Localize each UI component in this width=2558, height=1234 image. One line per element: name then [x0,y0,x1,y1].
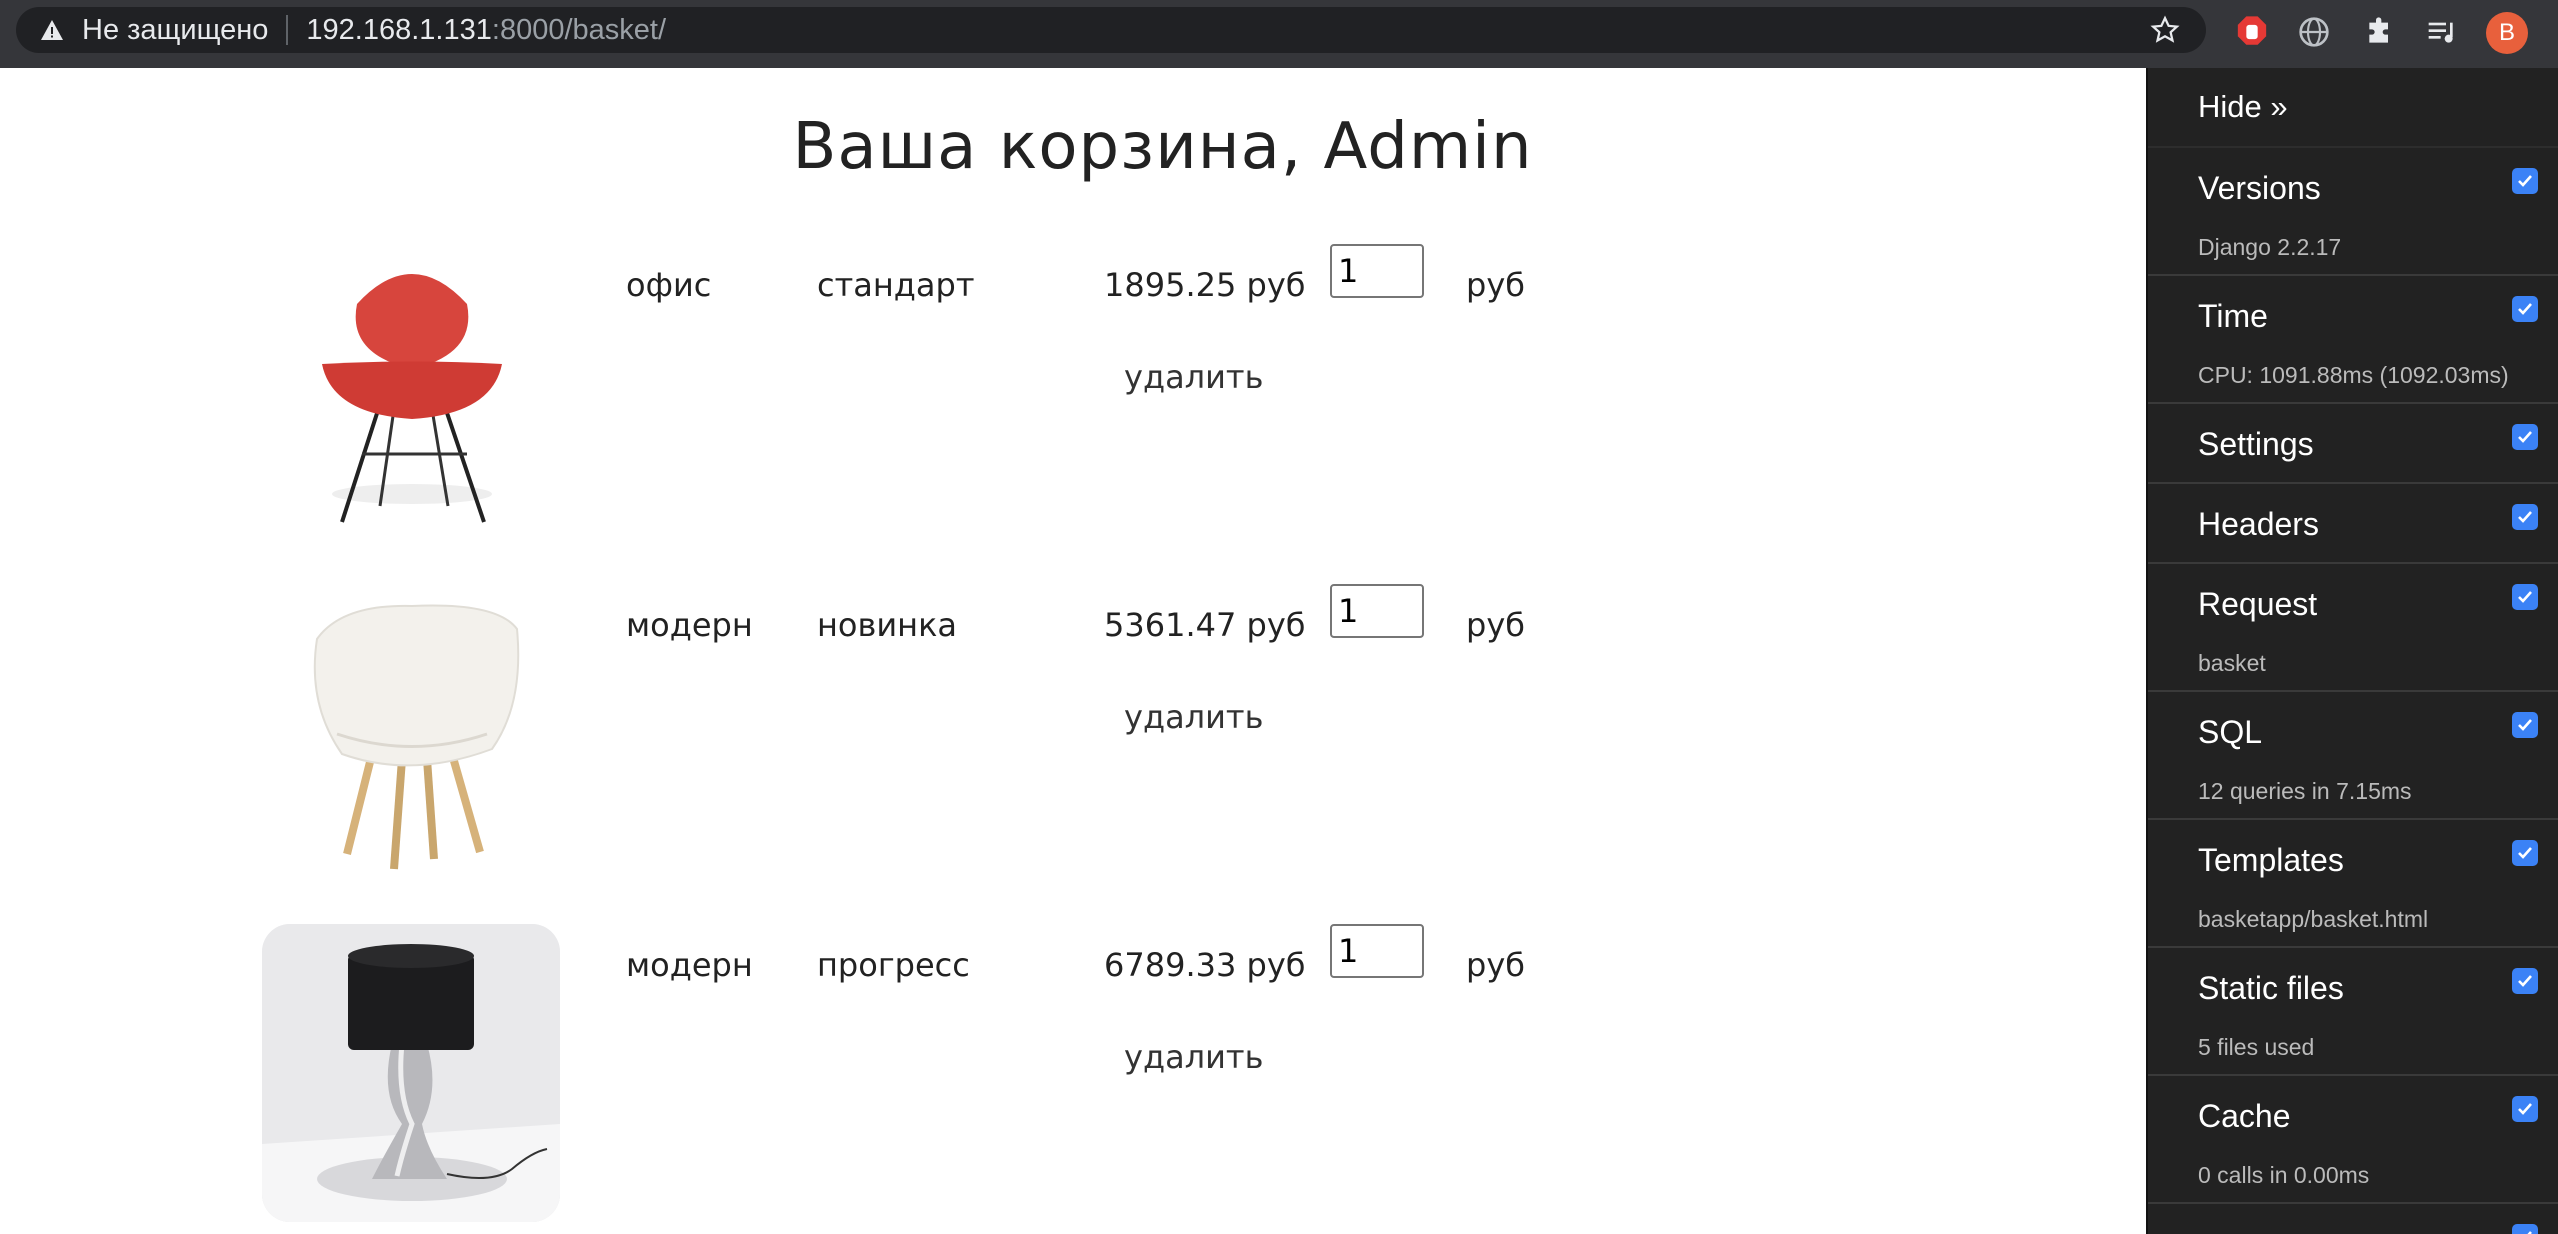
basket-item: модерн прогресс 6789.33 руб руб удалить [262,924,1562,1224]
puzzle-extensions-icon[interactable] [2362,14,2398,50]
panel-checkbox[interactable] [2512,712,2538,738]
panel-subtitle: basketapp/basket.html [2198,906,2429,932]
item-category: модерн [626,606,753,644]
white-chair-image [262,584,560,882]
quantity-input[interactable] [1330,924,1424,978]
panel-subtitle: Django 2.2.17 [2198,234,2342,260]
security-label[interactable]: Не защищено [82,14,268,47]
delete-item-link[interactable]: удалить [1124,1038,1263,1076]
omnibox-divider [286,15,289,45]
panel-checkbox[interactable] [2512,1096,2538,1122]
item-price: 5361.47 руб [1104,606,1306,644]
panel-request[interactable]: Request basket [2148,564,2558,692]
django-debug-toolbar: Hide » Versions Django 2.2.17 Time CPU: … [2146,68,2558,1234]
panel-subtitle: CPU: 1091.88ms (1092.03ms) [2198,362,2509,388]
page-title: Ваша корзина, Admin [792,110,1533,184]
panel-checkbox[interactable] [2512,168,2538,194]
panel-checkbox[interactable] [2512,840,2538,866]
panel-title[interactable]: Headers [2198,506,2319,543]
checkmark-icon [2518,303,2532,315]
checkmark-icon [2518,431,2532,443]
url-text[interactable]: 192.168.1.131:8000/basket/ [306,14,666,47]
panel-sql[interactable]: SQL 12 queries in 7.15ms [2148,692,2558,820]
adblock-extension-icon[interactable] [2234,14,2270,50]
panel-title[interactable]: SQL [2198,714,2262,751]
panel-subtitle: basket [2198,650,2266,676]
panel-title[interactable]: Cache [2198,1098,2291,1135]
warning-icon[interactable] [38,16,66,44]
checkmark-icon [2518,719,2532,731]
panel-time[interactable]: Time CPU: 1091.88ms (1092.03ms) [2148,276,2558,404]
bookmark-star-icon[interactable] [2150,15,2180,45]
panel-checkbox[interactable] [2512,424,2538,450]
checkmark-icon [2527,1231,2532,1234]
item-price: 1895.25 руб [1104,266,1306,304]
item-category: офис [626,266,712,304]
panel-subtitle: 0 calls in 0.00ms [2198,1162,2370,1188]
media-queue-icon[interactable] [2424,14,2460,50]
panel-settings[interactable]: Settings [2148,404,2558,484]
checkmark-icon [2518,975,2532,987]
basket-item: модерн новинка 5361.47 руб руб удалить [262,584,1562,884]
checkmark-icon [2518,591,2532,603]
item-name: стандарт [817,266,975,304]
checkmark-icon [2518,511,2532,523]
panel-checkbox[interactable] [2512,968,2538,994]
omnibox[interactable]: Не защищено 192.168.1.131:8000/basket/ [16,7,2206,53]
red-chair-image [262,244,560,542]
panel-title[interactable]: Static files [2198,970,2344,1007]
quantity-input[interactable] [1330,584,1424,638]
item-name: новинка [817,606,958,644]
quantity-input[interactable] [1330,244,1424,298]
delete-item-link[interactable]: удалить [1124,358,1263,396]
panel-title[interactable]: Versions [2198,170,2321,207]
panel-checkbox[interactable] [2512,1224,2538,1234]
hide-toolbar-button[interactable]: Hide » [2148,68,2558,148]
panel-subtitle: 5 files used [2198,1034,2315,1060]
item-unit: руб [1466,606,1525,644]
browser-address-bar: Не защищено 192.168.1.131:8000/basket/ B [0,0,2558,68]
panel-static-files[interactable]: Static files 5 files used [2148,948,2558,1076]
table-lamp-image [262,924,560,1222]
panel-cache[interactable]: Cache 0 calls in 0.00ms [2148,1076,2558,1204]
profile-avatar[interactable]: B [2486,12,2528,54]
checkmark-icon [2518,175,2532,187]
item-name: прогресс [817,946,970,984]
panel-headers[interactable]: Headers [2148,484,2558,564]
checkmark-icon [2518,847,2532,859]
panel-title[interactable]: Templates [2198,842,2344,879]
item-unit: руб [1466,946,1525,984]
panel-title[interactable]: Settings [2198,426,2314,463]
panel-versions[interactable]: Versions Django 2.2.17 [2148,148,2558,276]
panel-checkbox[interactable] [2512,296,2538,322]
item-price: 6789.33 руб [1104,946,1306,984]
panel-title[interactable]: Time [2198,298,2268,335]
globe-extension-icon[interactable] [2296,14,2332,50]
panel-title[interactable]: Request [2198,586,2317,623]
panel-checkbox[interactable] [2512,504,2538,530]
panel-templates[interactable]: Templates basketapp/basket.html [2148,820,2558,948]
delete-item-link[interactable]: удалить [1124,698,1263,736]
panel-subtitle: 12 queries in 7.15ms [2198,778,2412,804]
panel-next-partial[interactable] [2148,1204,2558,1234]
item-category: модерн [626,946,753,984]
basket-item: офис стандарт 1895.25 руб руб удалить [262,244,1562,544]
checkmark-icon [2518,1103,2532,1115]
item-unit: руб [1466,266,1525,304]
panel-checkbox[interactable] [2512,584,2538,610]
